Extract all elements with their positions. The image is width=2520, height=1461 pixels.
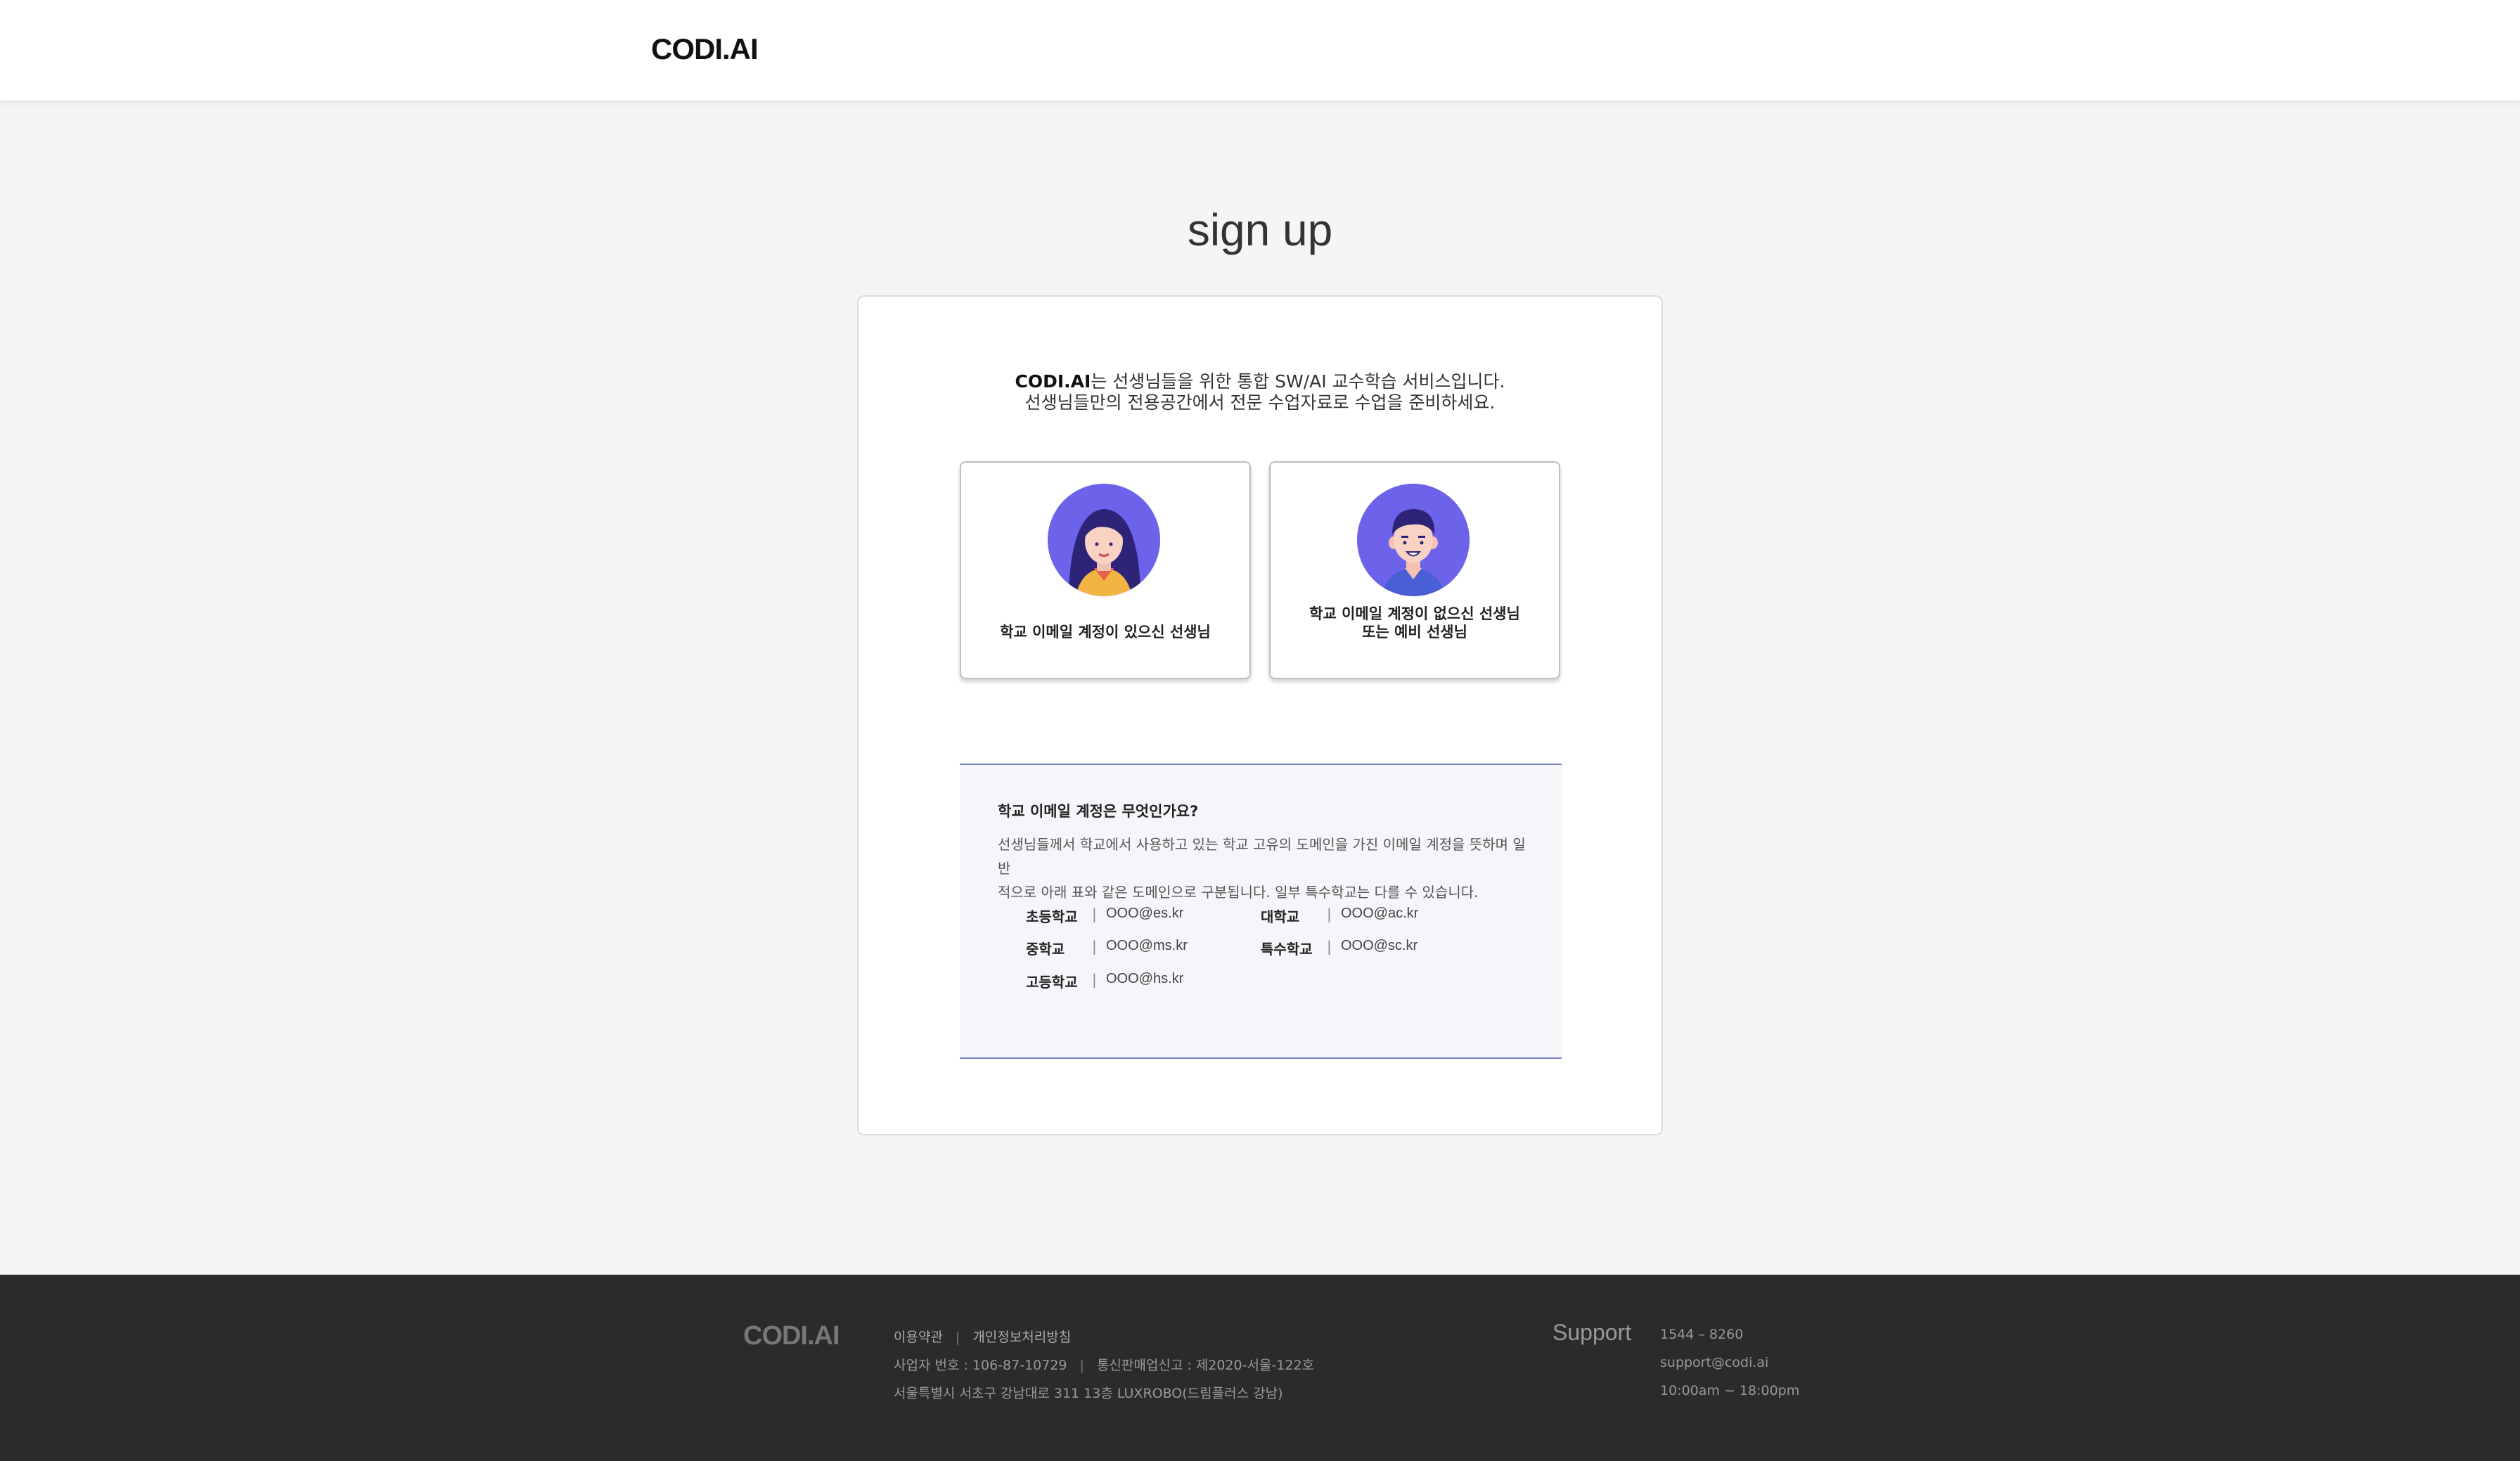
info-description: 선생님들께서 학교에서 사용하고 있는 학교 고유의 도메인을 가진 이메일 계… [998,832,1532,904]
teacher-male-icon [1357,484,1470,596]
footer-logo: CODI.AI [743,1321,840,1351]
no-school-email-label-line1: 학교 이메일 계정이 없으신 선생님 [1309,605,1520,622]
domain-level: 특수학교 [1261,941,1313,958]
support-email[interactable]: support@codi.ai [1660,1355,1768,1370]
domain-value: OOO@es.kr [1106,906,1184,921]
intro-line2: 선생님들만의 전용공간에서 전문 수업자료로 수업을 준비하세요. [1024,392,1496,413]
info-desc-line2: 적으로 아래 표와 같은 도메인으로 구분됩니다. 일부 특수학교는 다를 수 … [998,884,1479,901]
terms-link[interactable]: 이용약관 [894,1330,943,1345]
footer-business-info: 사업자 번호 : 106-87-10729 | 통신판매업신고 : 제2020-서울… [894,1355,1314,1374]
school-email-info-box: 학교 이메일 계정은 무엇인가요? 선생님들께서 학교에서 사용하고 있는 학교… [960,764,1562,1059]
intro-line1: 는 선생님들을 위한 통합 SW/AI 교수학습 서비스입니다. [1091,371,1505,392]
domain-level: 고등학교 [1026,974,1078,991]
no-school-email-label-line2: 또는 예비 선생님 [1362,624,1467,641]
no-school-email-teacher-button[interactable]: 학교 이메일 계정이 없으신 선생님 또는 예비 선생님 [1269,461,1560,679]
info-desc-line1: 선생님들께서 학교에서 사용하고 있는 학교 고유의 도메인을 가진 이메일 계… [998,836,1526,877]
domain-level: 초등학교 [1026,908,1078,925]
info-title: 학교 이메일 계정은 무엇인가요? [998,803,1199,820]
signup-card: CODI.AI는 선생님들을 위한 통합 SW/AI 교수학습 서비스입니다. … [857,295,1663,1135]
footer-links: 이용약관 | 개인정보처리방침 [894,1327,1071,1346]
business-number: 사업자 번호 : 106-87-10729 [894,1358,1067,1373]
footer-address: 서울특별시 서초구 강남대로 311 13층 LUXROBO(드림플러스 강남) [894,1386,1283,1401]
domain-value: OOO@ac.kr [1341,906,1419,921]
support-title: Support [1552,1320,1632,1345]
domain-value: OOO@ms.kr [1106,938,1188,953]
domain-separator: | [1092,971,1097,988]
domain-value: OOO@sc.kr [1341,938,1418,953]
school-email-teacher-label: 학교 이메일 계정이 있으신 선생님 [1000,624,1211,641]
intro-brand: CODI.AI [1015,371,1091,392]
top-header: CODI.AI [0,0,2520,101]
support-phone: 1544 – 8260 [1660,1327,1744,1342]
privacy-link[interactable]: 개인정보처리방침 [972,1330,1071,1345]
support-hours: 10:00am ~ 18:00pm [1660,1383,1800,1398]
codi-logo[interactable]: CODI.AI [651,32,759,66]
intro-text: CODI.AI는 선생님들을 위한 통합 SW/AI 교수학습 서비스입니다. … [859,371,1661,413]
footer-separator: | [955,1330,960,1345]
domain-separator: | [1327,906,1332,922]
domain-value: OOO@hs.kr [1106,971,1184,986]
domain-level: 대학교 [1261,908,1300,925]
footer-separator: | [1079,1358,1084,1373]
domain-level: 중학교 [1026,941,1065,958]
no-school-email-teacher-label: 학교 이메일 계정이 없으신 선생님 또는 예비 선생님 [1271,605,1559,641]
domain-separator: | [1092,938,1097,955]
ecommerce-registration: 통신판매업신고 : 제2020-서울-122호 [1096,1358,1315,1373]
teacher-female-icon [1048,484,1160,596]
footer: CODI.AI 이용약관 | 개인정보처리방침 사업자 번호 : 106-87-10… [0,1275,2520,1461]
domain-separator: | [1092,906,1097,922]
school-email-teacher-button[interactable]: 학교 이메일 계정이 있으신 선생님 [960,461,1251,679]
domain-separator: | [1327,938,1332,955]
page-title: sign up [1187,205,1333,255]
